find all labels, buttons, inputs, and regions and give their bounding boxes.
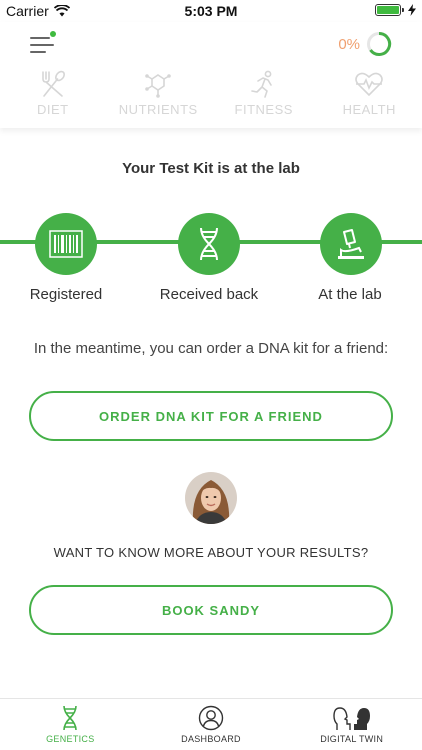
step-label-registered: Registered [29,286,103,303]
nav-digital-twin[interactable]: DIGITAL TWIN [281,699,422,750]
user-circle-icon [198,705,224,731]
step-label-received-back: Received back [159,286,259,303]
app-header: 0% DIET NUTRIENTS FITNESS HEALTH [0,22,422,128]
order-dna-kit-button[interactable]: ORDER DNA KIT FOR A FRIEND [29,391,393,441]
bottom-nav: GENETICS DASHBOARD DIGITAL TWIN [0,698,422,750]
step-label-at-the-lab: At the lab [318,286,382,303]
menu-icon-line [30,37,50,39]
tab-health-label: HEALTH [342,102,396,117]
status-right [375,4,416,16]
tab-diet-label: DIET [36,102,69,117]
tab-health[interactable]: HEALTH [317,70,422,117]
twin-heads-icon [332,707,370,730]
book-sandy-button[interactable]: BOOK SANDY [29,585,393,635]
person-photo [185,472,237,524]
nav-dashboard[interactable]: DASHBOARD [141,699,282,750]
step-at-the-lab [320,213,382,275]
category-tabs: DIET NUTRIENTS FITNESS HEALTH [0,70,422,117]
progress-percent: 0% [338,35,360,53]
tab-fitness[interactable]: FITNESS [211,70,317,117]
molecule-icon [145,74,172,98]
progress-ring-icon [367,31,392,56]
status-time: 5:03 PM [184,3,238,19]
nav-digital-twin-label: DIGITAL TWIN [320,734,384,744]
tab-nutrients-label: NUTRIENTS [118,102,198,117]
step-received-back [178,213,240,275]
dna-icon [200,227,218,261]
tab-diet[interactable]: DIET [0,70,106,117]
notification-dot [50,31,56,37]
meantime-text: In the meantime, you can order a DNA kit… [33,340,389,357]
heartbeat-icon [355,72,384,97]
tab-fitness-label: FITNESS [234,102,293,117]
runner-icon [250,70,272,98]
know-more-text: WANT TO KNOW MORE ABOUT YOUR RESULTS? [53,545,369,560]
fork-spoon-icon [41,70,65,97]
progress-indicator[interactable]: 0% [338,31,392,57]
barcode-icon [49,230,83,258]
tab-nutrients[interactable]: NUTRIENTS [106,70,212,117]
dna-icon [63,705,78,731]
menu-icon-line [30,44,54,46]
avatar [185,472,237,524]
battery-icon [375,4,404,16]
menu-icon-line [30,51,46,53]
page-title: Your Test Kit is at the lab [122,160,300,177]
microscope-icon [338,229,364,259]
nav-genetics-label: GENETICS [46,734,95,744]
status-bar: Carrier 5:03 PM [0,0,422,22]
nav-genetics[interactable]: GENETICS [0,699,141,750]
menu-button[interactable] [30,31,56,56]
nav-dashboard-label: DASHBOARD [181,734,241,744]
step-registered [35,213,97,275]
charging-icon [408,4,416,16]
